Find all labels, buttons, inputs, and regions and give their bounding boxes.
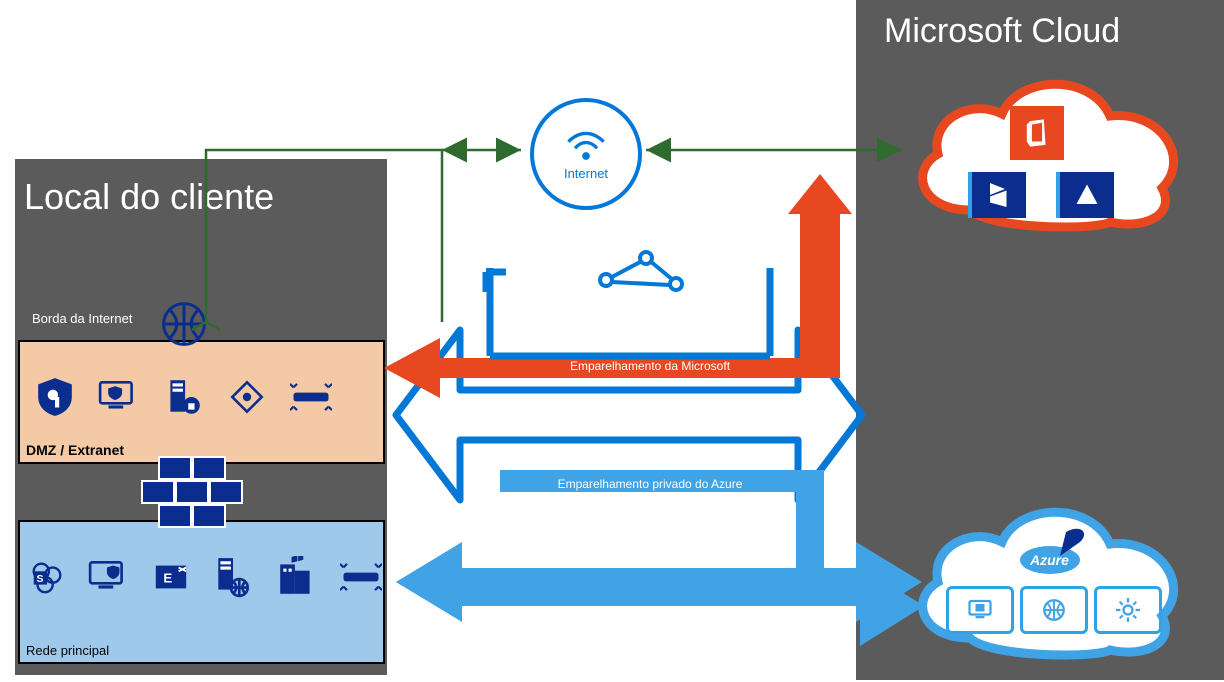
microsoft-peering-label: Emparelhamento da Microsoft <box>520 359 780 373</box>
internet-label: Internet <box>564 166 608 181</box>
dynamics-tile-icon <box>968 172 1026 218</box>
azure-web-tile-icon <box>1020 586 1088 634</box>
wifi-icon <box>564 128 608 162</box>
azure-vm-tile-icon <box>946 586 1014 634</box>
internet-node: Internet <box>530 98 642 210</box>
azure-brand-icon: Azure <box>1016 526 1096 581</box>
azure-triangle-tile-icon <box>1056 172 1114 218</box>
azure-private-peering-label: Emparelhamento privado do Azure <box>520 477 780 491</box>
office-tile-icon <box>1010 106 1064 160</box>
azure-settings-tile-icon <box>1094 586 1162 634</box>
azure-brand-text: Azure <box>1029 552 1069 568</box>
